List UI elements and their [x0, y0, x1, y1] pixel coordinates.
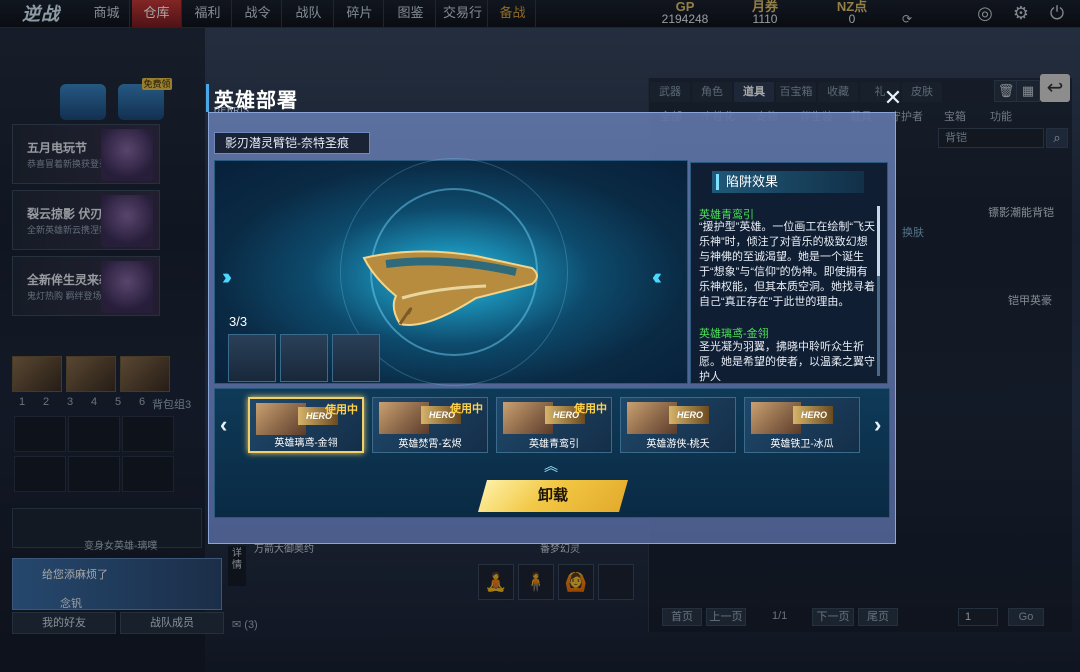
skin-thumb-2[interactable]: [280, 334, 328, 382]
effect-title: 英雄璃鸢-金翎: [699, 328, 769, 340]
next-arrow-icon[interactable]: ›: [874, 412, 881, 438]
effect-text: “援护型”英雄。一位画工在绘制“飞天乐神”时，倾注了对音乐的极致幻想与神佛的至诚…: [699, 221, 875, 308]
item-name: 影刃潜灵臂铠-奈特圣痕: [214, 132, 370, 154]
chevron-right-icon: ›››: [222, 264, 232, 289]
prev-arrow-icon[interactable]: ‹: [220, 412, 227, 438]
chevron-left-icon: ‹‹‹: [652, 264, 662, 289]
hero-name: 英雄焚霄-玄烬: [398, 439, 462, 450]
hero-name: 英雄璃鸢-金翎: [274, 438, 338, 449]
skin-thumb-3[interactable]: [332, 334, 380, 382]
close-icon[interactable]: ✕: [882, 87, 904, 110]
armguard-image: [362, 250, 538, 326]
skin-thumb-1[interactable]: [228, 334, 276, 382]
in-use-badge: 使用中: [450, 403, 483, 415]
hero-card-1[interactable]: HERO 使用中 英雄璃鸢-金翎: [248, 397, 364, 453]
hero-name: 英雄游侠-桃夭: [646, 439, 710, 450]
hero-tag: HERO: [793, 406, 833, 424]
hero-card-3[interactable]: HERO 使用中 英雄青鸾引: [496, 397, 612, 453]
effect-header: 陷阱效果: [712, 171, 864, 193]
hero-card-4[interactable]: HERO 英雄游侠-桃夭: [620, 397, 736, 453]
effect-scroll-thumb[interactable]: [877, 206, 880, 276]
unload-button[interactable]: 卸载: [478, 480, 628, 512]
in-use-badge: 使用中: [325, 404, 358, 416]
effect-header-accent: [716, 174, 719, 190]
hero-name: 英雄青鸾引: [529, 439, 579, 450]
skin-count: 3/3: [229, 314, 248, 329]
hero-card-5[interactable]: HERO 英雄铁卫-冰瓜: [744, 397, 860, 453]
hero-tag: HERO: [669, 406, 709, 424]
in-use-badge: 使用中: [574, 403, 607, 415]
chevron-up-icon: ︽: [544, 458, 558, 474]
hero-card-2[interactable]: HERO 使用中 英雄焚霄-玄烬: [372, 397, 488, 453]
effect-text: 圣光凝为羽翼，拂晓中聆听众生祈愿。她是希望的使者，以温柔之翼守护人: [699, 341, 875, 383]
title-accent: [206, 84, 209, 112]
hero-name: 英雄铁卫-冰瓜: [770, 439, 834, 450]
